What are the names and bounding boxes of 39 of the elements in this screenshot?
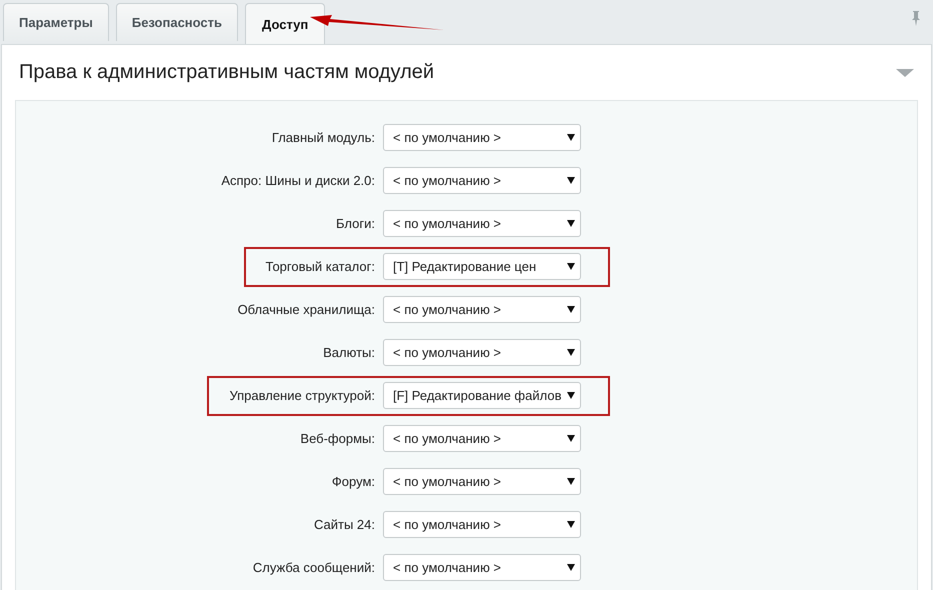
dropdown[interactable]: < по умолчанию > bbox=[383, 339, 581, 366]
dropdown-arrow-icon bbox=[567, 435, 575, 442]
dropdown[interactable]: < по умолчанию > bbox=[383, 167, 581, 194]
field-label: Облачные хранилища: bbox=[238, 302, 375, 316]
field-label: Служба сообщений: bbox=[252, 560, 375, 574]
field-label: Аспро: Шины и диски 2.0: bbox=[221, 172, 375, 188]
collapse-icon[interactable] bbox=[896, 68, 914, 78]
dropdown[interactable]: < по умолчанию > bbox=[383, 124, 581, 151]
dropdown-arrow-icon bbox=[567, 564, 575, 571]
dropdown[interactable]: < по умолчанию > bbox=[383, 554, 581, 581]
dropdown-arrow-icon bbox=[567, 392, 575, 399]
field-label: Валюты: bbox=[323, 344, 375, 360]
field-label: Блоги: bbox=[336, 216, 375, 230]
dropdown-arrow-icon bbox=[567, 263, 575, 270]
tab[interactable]: Безопасность bbox=[116, 3, 238, 41]
dropdown-arrow-icon bbox=[567, 521, 575, 528]
dropdown[interactable]: < по умолчанию > bbox=[383, 296, 581, 323]
dropdown-arrow-icon bbox=[567, 306, 575, 313]
dropdown[interactable]: < по умолчанию > bbox=[383, 468, 581, 495]
field-label: Форум: bbox=[332, 474, 375, 488]
dropdown[interactable]: < по умолчанию > bbox=[383, 511, 581, 538]
field-label: Веб-формы: bbox=[300, 430, 375, 446]
dropdown-arrow-icon bbox=[567, 134, 575, 141]
field-label: Управление структурой: bbox=[229, 388, 375, 402]
dropdown-arrow-icon bbox=[567, 478, 575, 485]
dropdown[interactable]: < по умолчанию > bbox=[383, 210, 581, 237]
dropdown-arrow-icon bbox=[567, 220, 575, 227]
dropdown-arrow-icon bbox=[567, 349, 575, 356]
field-label: Сайты 24: bbox=[314, 516, 375, 532]
field-label: Главный модуль: bbox=[272, 130, 375, 144]
field-label: Торговый каталог: bbox=[266, 258, 375, 274]
dropdown-arrow-icon bbox=[567, 177, 575, 184]
tab[interactable]: Доступ bbox=[245, 3, 326, 44]
dropdown[interactable]: [T] Редактирование цен bbox=[383, 253, 581, 280]
dropdown[interactable]: [F] Редактирование файлов bbox=[383, 382, 581, 409]
section-title: Права к административным частям модулей bbox=[19, 61, 434, 84]
pin-icon[interactable] bbox=[911, 10, 921, 26]
dropdown[interactable]: < по умолчанию > bbox=[383, 425, 581, 452]
tab[interactable]: Параметры bbox=[3, 3, 109, 41]
